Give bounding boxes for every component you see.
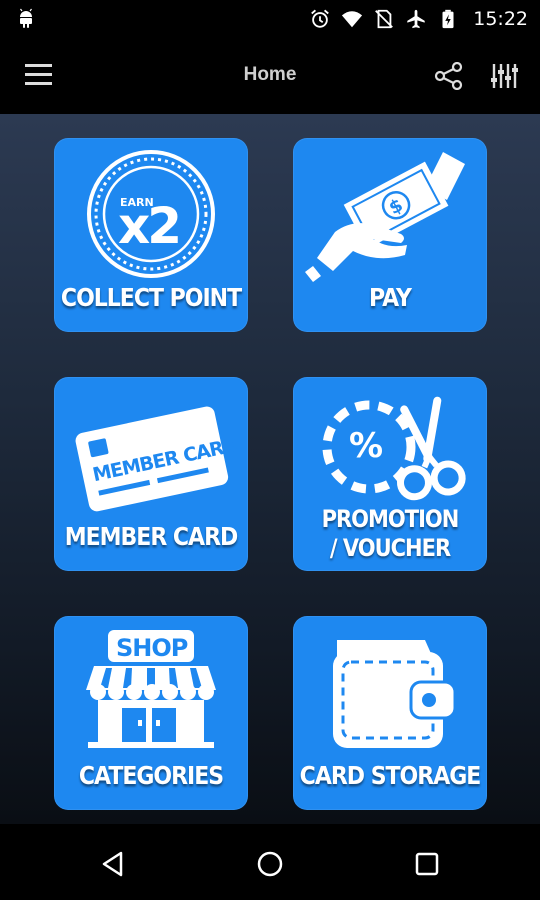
member-card-tile[interactable]: MEMBER CARD MEMBER CARD — [54, 377, 248, 571]
svg-text:%: % — [349, 426, 383, 466]
pay-tile[interactable]: $ PAY — [293, 138, 487, 332]
android-icon — [20, 8, 32, 28]
system-nav-bar — [0, 824, 540, 900]
airplane-icon — [407, 9, 425, 29]
hand-money-icon: $ — [305, 152, 465, 282]
tile-label: MEMBER CARD — [64, 523, 239, 552]
alarm-icon — [311, 9, 330, 28]
svg-text:SHOP: SHOP — [116, 634, 188, 662]
recent-apps-icon[interactable] — [413, 850, 441, 878]
tile-label-line2: / VOUCHER — [329, 534, 451, 562]
tile-label: COLLECT POINT — [60, 284, 242, 313]
home-icon[interactable] — [256, 850, 284, 878]
promotion-voucher-tile[interactable]: % PROMOTION / VOUCHER — [293, 377, 487, 571]
categories-tile[interactable]: SHOP CATEGORIES — [54, 616, 248, 810]
tile-label: CARD STORAGE — [299, 762, 482, 791]
earn-x2-badge-icon: EARN x2 — [87, 150, 215, 278]
card-storage-tile[interactable]: CARD STORAGE — [293, 616, 487, 810]
filter-icon[interactable] — [490, 62, 520, 90]
wifi-icon — [342, 11, 363, 28]
tile-label-line1: PROMOTION — [321, 505, 460, 533]
tile-label: PROMOTION / VOUCHER — [293, 505, 487, 563]
wallet-icon — [333, 640, 457, 748]
app-bar: Home — [0, 38, 540, 114]
clock: 15:22 — [473, 8, 528, 30]
tile-label: CATEGORIES — [78, 762, 224, 791]
home-grid: EARN x2 COLLECT POINT $ PAY MEMBER CARD … — [0, 114, 540, 824]
no-sim-icon — [375, 9, 394, 29]
shop-icon: SHOP — [86, 630, 216, 748]
member-card-icon: MEMBER CARD — [75, 406, 240, 512]
battery-charging-icon — [442, 9, 454, 29]
status-bar: 15:22 — [0, 0, 540, 38]
back-icon[interactable] — [99, 850, 127, 878]
tile-label: PAY — [369, 284, 412, 313]
collect-point-tile[interactable]: EARN x2 COLLECT POINT — [54, 138, 248, 332]
share-icon[interactable] — [434, 62, 464, 90]
svg-text:x2: x2 — [118, 197, 179, 255]
